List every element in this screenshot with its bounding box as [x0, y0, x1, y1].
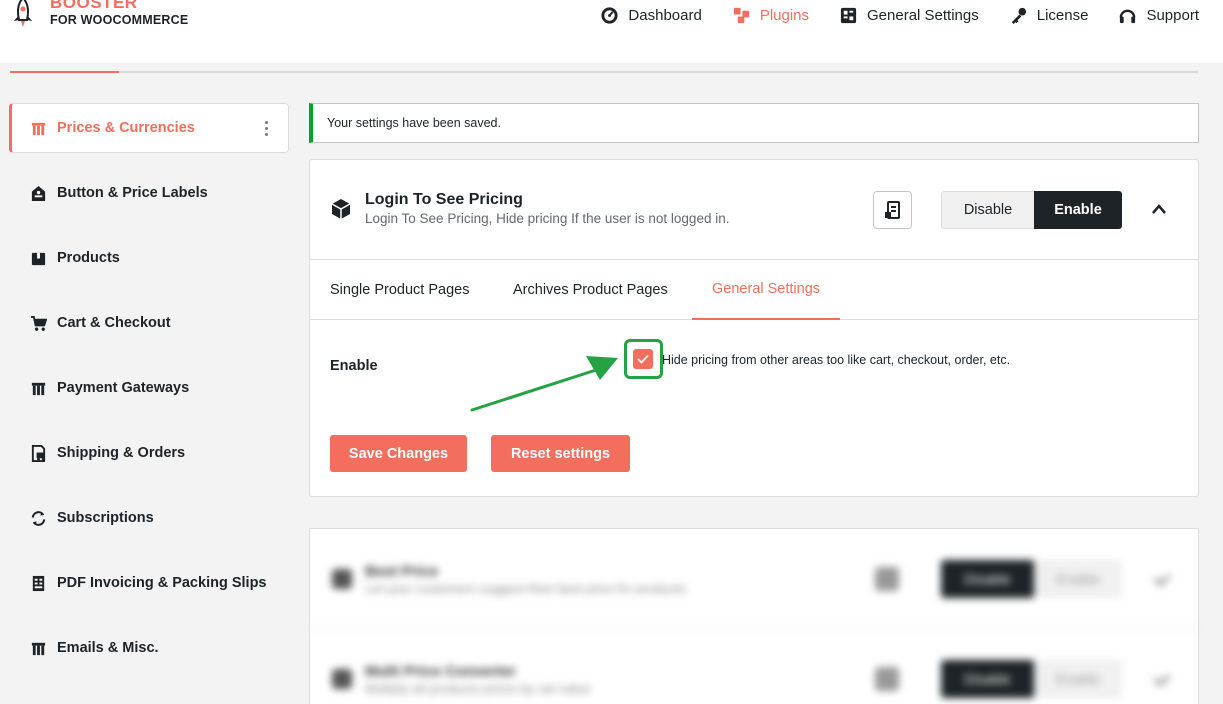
plugins-cubes-icon — [733, 7, 749, 23]
document-icon — [884, 201, 900, 219]
blurred-module-row: Best Price Let your customers suggest th… — [310, 529, 1198, 629]
chevron-down-icon — [1153, 569, 1171, 587]
blurred-module-row: Multi Price Converter Multiply all produ… — [310, 629, 1198, 704]
tab-archives-product-pages[interactable]: Archives Product Pages — [513, 260, 668, 320]
sidebar-item-label: Products — [57, 250, 120, 266]
sidebar-item-button-price-labels[interactable]: Button & Price Labels — [0, 168, 290, 218]
settings-grid-icon — [840, 7, 857, 23]
sidebar-item-label: PDF Invoicing & Packing Slips — [57, 575, 267, 591]
sidebar-item-label: Prices & Currencies — [57, 120, 195, 136]
sidebar: Prices & Currencies Button & Price Label… — [0, 103, 290, 688]
brand-logo[interactable]: BOOSTER FOR WOOCOMMERCE — [8, 0, 188, 30]
hide-pricing-checkbox[interactable] — [633, 349, 653, 369]
price-tag-icon — [31, 122, 46, 135]
checkbox-highlight — [624, 339, 663, 379]
header-divider-accent — [10, 71, 119, 73]
blurred-module-title: Multi Price Converter — [365, 663, 516, 680]
blurred-module-description: Let your customers suggest their best pr… — [365, 581, 686, 596]
disable-button[interactable]: Disable — [941, 191, 1034, 229]
annotation-arrow-icon — [470, 356, 618, 412]
tab-single-product-pages[interactable]: Single Product Pages — [330, 260, 469, 320]
module-toggle: Disable Enable — [941, 191, 1122, 229]
shipping-icon — [31, 444, 46, 462]
sidebar-item-label: Payment Gateways — [57, 380, 190, 396]
label-icon — [31, 185, 46, 201]
cube-icon — [331, 199, 351, 219]
sidebar-item-subscriptions[interactable]: Subscriptions — [0, 493, 290, 543]
nav-dashboard[interactable]: Dashboard — [600, 4, 702, 26]
blurred-disable-button: Disable — [941, 660, 1034, 698]
sidebar-item-label: Button & Price Labels — [57, 185, 208, 201]
nav-support[interactable]: Support — [1118, 4, 1199, 26]
sidebar-item-label: Emails & Misc. — [57, 640, 159, 656]
headset-icon — [1120, 9, 1136, 23]
chevron-down-icon — [1153, 669, 1171, 687]
email-icon — [31, 642, 46, 655]
sidebar-item-label: Shipping & Orders — [57, 445, 186, 461]
tab-general-settings[interactable]: General Settings — [692, 260, 841, 320]
sidebar-item-pdf-invoicing[interactable]: PDF Invoicing & Packing Slips — [0, 558, 290, 608]
dashboard-gauge-icon — [601, 6, 618, 24]
nav-general-settings[interactable]: General Settings — [839, 4, 979, 26]
sidebar-item-products[interactable]: Products — [0, 233, 290, 283]
blurred-enable-button: Enable — [1034, 560, 1122, 598]
document-icon — [875, 567, 899, 591]
blurred-module-list: Best Price Let your customers suggest th… — [309, 528, 1199, 704]
payment-icon — [31, 382, 46, 395]
blurred-module-title: Best Price — [365, 563, 439, 580]
top-navigation: Dashboard Plugins General Settings Licen… — [600, 4, 1199, 26]
sidebar-item-cart-checkout[interactable]: Cart & Checkout — [0, 298, 290, 348]
more-options-icon[interactable] — [265, 121, 268, 136]
nav-license[interactable]: License — [1009, 4, 1088, 26]
success-notice: Your settings have been saved. — [309, 103, 1199, 143]
chevron-up-icon[interactable] — [1151, 203, 1167, 215]
cube-icon — [332, 669, 352, 689]
settings-tabs: Single Product Pages Archives Product Pa… — [310, 260, 1198, 320]
box-icon — [31, 252, 46, 265]
module-card-header: Login To See Pricing Login To See Pricin… — [310, 160, 1198, 260]
save-changes-button[interactable]: Save Changes — [330, 435, 467, 472]
brand-name: BOOSTER — [50, 0, 138, 12]
documentation-button[interactable] — [873, 191, 912, 229]
sidebar-item-emails-misc[interactable]: Emails & Misc. — [0, 623, 290, 673]
checkmark-icon — [637, 354, 649, 364]
cart-icon — [30, 315, 47, 331]
brand-subtitle: FOR WOOCOMMERCE — [50, 13, 189, 27]
module-card: Login To See Pricing Login To See Pricin… — [309, 159, 1199, 497]
refresh-icon — [31, 510, 46, 526]
enable-setting-label: Enable — [330, 358, 378, 374]
document-icon — [875, 667, 899, 691]
module-description: Login To See Pricing, Hide pricing If th… — [365, 211, 730, 226]
reset-settings-button[interactable]: Reset settings — [491, 435, 630, 472]
cube-icon — [332, 569, 352, 589]
hide-pricing-checkbox-label[interactable]: Hide pricing from other areas too like c… — [662, 353, 1010, 367]
sidebar-item-payment-gateways[interactable]: Payment Gateways — [0, 363, 290, 413]
enable-button[interactable]: Enable — [1034, 191, 1122, 229]
module-title: Login To See Pricing — [365, 191, 523, 208]
sidebar-item-label: Cart & Checkout — [57, 315, 171, 331]
header-divider — [10, 71, 1198, 73]
nav-plugins[interactable]: Plugins — [732, 4, 809, 26]
blurred-enable-button: Enable — [1034, 660, 1122, 698]
sidebar-item-shipping-orders[interactable]: Shipping & Orders — [0, 428, 290, 478]
top-header: BOOSTER FOR WOOCOMMERCE Dashboard Plugin… — [0, 0, 1223, 63]
blurred-module-description: Multiply all products prices by set valu… — [365, 681, 591, 696]
sidebar-item-label: Subscriptions — [57, 510, 154, 526]
invoice-icon — [32, 575, 45, 591]
sidebar-item-prices-currencies[interactable]: Prices & Currencies — [9, 103, 289, 153]
key-icon — [1011, 7, 1026, 24]
rocket-icon — [14, 0, 32, 27]
blurred-disable-button: Disable — [941, 560, 1034, 598]
